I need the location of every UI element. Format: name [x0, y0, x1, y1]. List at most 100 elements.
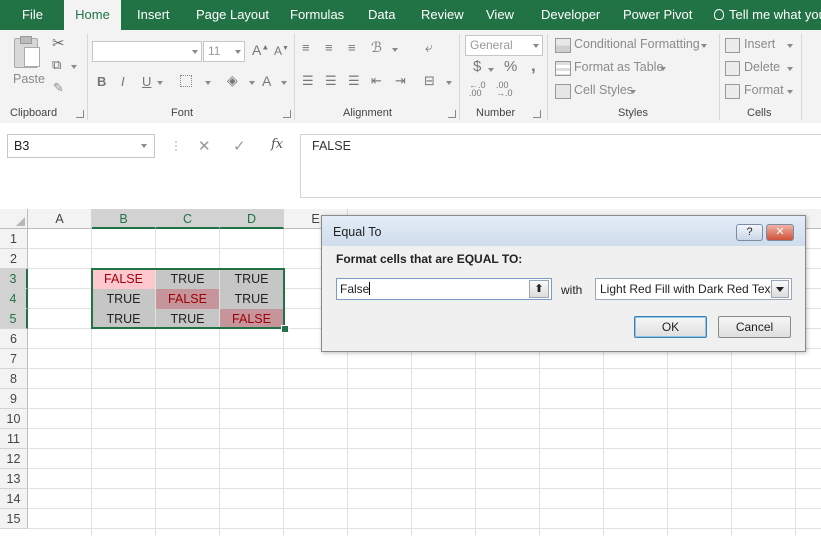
enter-formula-icon[interactable]: ✓: [233, 137, 246, 155]
row-header-5[interactable]: 5: [0, 309, 28, 329]
increase-decimal-icon[interactable]: ←.0.00: [469, 81, 486, 98]
help-button[interactable]: ?: [736, 224, 763, 241]
tab-file[interactable]: File: [22, 0, 43, 30]
formula-bar-splitter-icon[interactable]: ⋮: [170, 139, 182, 153]
grow-font-icon[interactable]: A▲: [252, 42, 269, 58]
alignment-launcher-icon[interactable]: [448, 110, 456, 118]
cell-styles-button[interactable]: Cell Styles: [555, 82, 645, 102]
borders-dropdown-icon[interactable]: [205, 81, 211, 85]
row-header-4[interactable]: 4: [0, 289, 28, 309]
fill-handle[interactable]: [281, 325, 289, 333]
comma-button[interactable]: ,: [531, 56, 536, 76]
number-launcher-icon[interactable]: [533, 110, 541, 118]
row-header-8[interactable]: 8: [0, 369, 28, 389]
row-header-13[interactable]: 13: [0, 469, 28, 489]
currency-button[interactable]: $: [473, 58, 481, 75]
row-header-6[interactable]: 6: [0, 329, 28, 349]
column-header-c[interactable]: C: [156, 209, 220, 229]
format-select-dropdown-icon[interactable]: [771, 280, 789, 298]
tell-me-box[interactable]: Tell me what you: [714, 0, 821, 30]
cancel-formula-icon[interactable]: ✕: [198, 137, 211, 155]
orientation-icon[interactable]: ℬ: [371, 39, 382, 56]
percent-button[interactable]: %: [504, 58, 517, 75]
tab-power-pivot[interactable]: Power Pivot: [623, 0, 692, 30]
tab-home[interactable]: Home: [64, 0, 121, 31]
decrease-decimal-icon[interactable]: .00 →.0: [496, 81, 513, 98]
tab-developer[interactable]: Developer: [541, 0, 600, 30]
row-header-2[interactable]: 2: [0, 249, 28, 269]
value-input[interactable]: False: [336, 278, 552, 300]
tab-view[interactable]: View: [486, 0, 514, 30]
copy-icon[interactable]: ⧉: [52, 57, 61, 73]
delete-cells-button[interactable]: Delete: [725, 59, 795, 79]
underline-button[interactable]: U: [142, 74, 151, 89]
number-format-dropdown-icon[interactable]: [533, 44, 539, 48]
underline-dropdown-icon[interactable]: [157, 81, 163, 85]
shrink-font-icon[interactable]: A▼: [274, 44, 289, 58]
font-name-input[interactable]: [92, 41, 202, 62]
cancel-button[interactable]: Cancel: [718, 316, 791, 338]
ok-button[interactable]: OK: [634, 316, 707, 338]
merge-dropdown-icon[interactable]: [446, 81, 452, 85]
dialog-title-bar[interactable]: [322, 216, 805, 246]
italic-button[interactable]: I: [121, 74, 125, 89]
insert-function-icon[interactable]: fx: [271, 137, 283, 152]
orientation-dropdown-icon[interactable]: [392, 48, 398, 52]
column-header-d[interactable]: D: [220, 209, 284, 229]
tab-insert[interactable]: Insert: [137, 0, 170, 30]
currency-dropdown-icon[interactable]: [488, 68, 494, 72]
bottom-align-icon[interactable]: ≡: [348, 40, 356, 55]
paste-button[interactable]: Paste: [8, 36, 48, 96]
font-color-icon[interactable]: A: [262, 73, 271, 89]
cut-icon[interactable]: ✂: [52, 34, 65, 52]
format-cells-button[interactable]: Format: [725, 82, 795, 102]
fill-color-dropdown-icon[interactable]: [249, 81, 255, 85]
middle-align-icon[interactable]: ≡: [325, 40, 333, 55]
conditional-formatting-button[interactable]: Conditional Formatting: [555, 36, 715, 56]
row-header-12[interactable]: 12: [0, 449, 28, 469]
font-name-dropdown-icon[interactable]: [192, 50, 198, 54]
wrap-text-icon[interactable]: ⤶: [425, 39, 433, 56]
formula-input[interactable]: [300, 134, 821, 198]
select-all-button[interactable]: [0, 209, 28, 229]
tab-review[interactable]: Review: [421, 0, 464, 30]
collapse-dialog-button[interactable]: ⬆: [529, 280, 549, 298]
decrease-indent-icon[interactable]: ⇤: [371, 73, 382, 89]
fill-color-icon[interactable]: ◈: [227, 72, 238, 89]
row-header-14[interactable]: 14: [0, 489, 28, 509]
row-header-3[interactable]: 3: [0, 269, 28, 289]
tab-page-layout[interactable]: Page Layout: [196, 0, 269, 30]
number-format-select[interactable]: General: [465, 35, 543, 56]
row-header-9[interactable]: 9: [0, 389, 28, 409]
tab-formulas[interactable]: Formulas: [290, 0, 344, 30]
align-left-icon[interactable]: ☰: [302, 73, 314, 89]
format-as-table-button[interactable]: Format as Table: [555, 59, 675, 79]
name-box-dropdown-icon[interactable]: [141, 144, 147, 148]
row-header-10[interactable]: 10: [0, 409, 28, 429]
bold-button[interactable]: B: [97, 74, 106, 89]
top-align-icon[interactable]: ≡: [302, 40, 310, 55]
row-header-1[interactable]: 1: [0, 229, 28, 249]
merge-center-icon[interactable]: ⊟: [424, 73, 435, 89]
font-size-dropdown-icon[interactable]: [235, 50, 241, 54]
tab-data[interactable]: Data: [368, 0, 395, 30]
clipboard-launcher-icon[interactable]: [76, 110, 84, 118]
font-launcher-icon[interactable]: [283, 110, 291, 118]
align-center-icon[interactable]: ☰: [325, 73, 337, 89]
row-header-7[interactable]: 7: [0, 349, 28, 369]
format-select[interactable]: Light Red Fill with Dark Red Text: [595, 278, 792, 300]
insert-cells-button[interactable]: Insert: [725, 36, 795, 56]
row-header-11[interactable]: 11: [0, 429, 28, 449]
clipboard-group-label: Clipboard: [10, 107, 58, 119]
column-header-a[interactable]: A: [28, 209, 92, 229]
close-button[interactable]: ✕: [766, 224, 794, 241]
align-right-icon[interactable]: ☰: [348, 73, 360, 89]
name-box[interactable]: B3: [7, 134, 155, 158]
row-header-15[interactable]: 15: [0, 509, 28, 529]
increase-indent-icon[interactable]: ⇥: [395, 73, 406, 89]
format-painter-icon[interactable]: ✎: [53, 80, 64, 96]
copy-dropdown-icon[interactable]: [71, 65, 77, 69]
borders-icon[interactable]: [180, 75, 192, 87]
font-color-dropdown-icon[interactable]: [281, 81, 287, 85]
column-header-b[interactable]: B: [92, 209, 156, 229]
